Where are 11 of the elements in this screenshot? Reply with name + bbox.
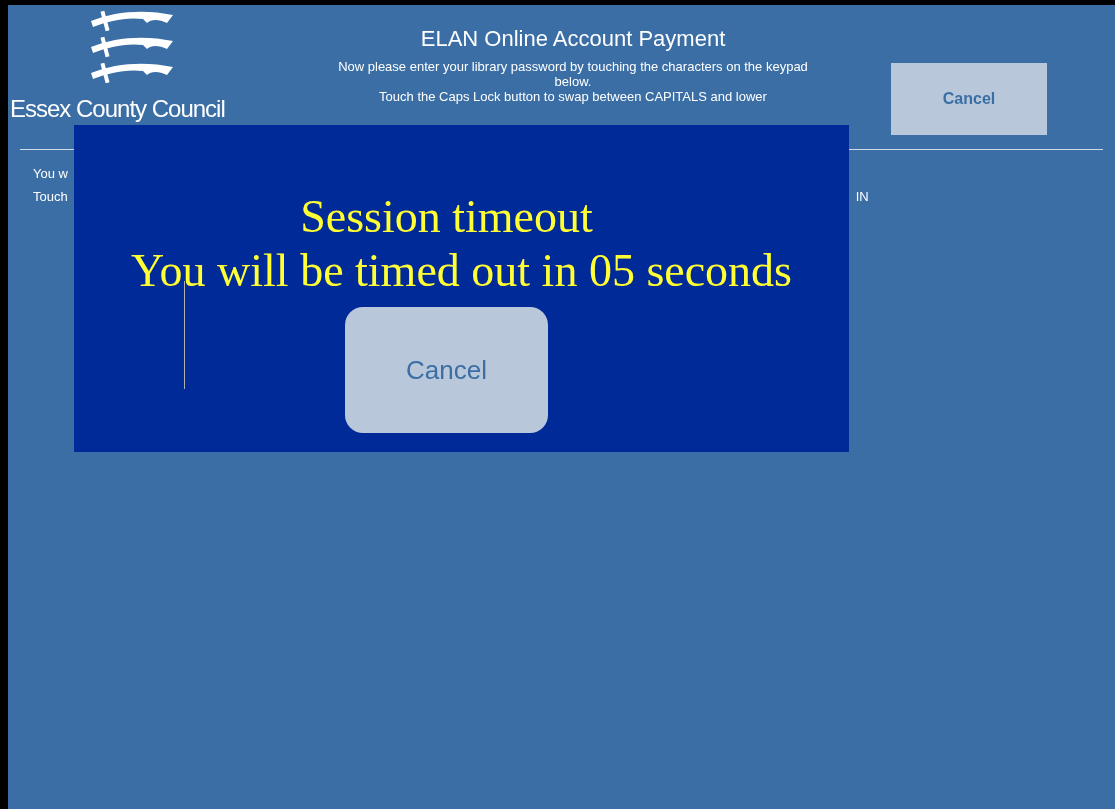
- dialog-message: You will be timed out in 05 seconds: [130, 244, 793, 298]
- body-text: IN: [855, 188, 869, 206]
- instruction-text: Now please enter your library password by touching the characters on the keypad below.: [337, 58, 809, 89]
- body-text: Touch: [33, 188, 68, 206]
- cancel-button[interactable]: Cancel: [345, 307, 548, 433]
- logo-text: Essex County Council: [9, 97, 225, 121]
- instruction-text: Touch the Caps Lock button to swap between CAPITALS and lower: [378, 88, 768, 104]
- cancel-button[interactable]: Cancel: [891, 63, 1047, 135]
- page-title: ELAN Online Account Payment: [420, 25, 726, 53]
- dialog-title: Session timeout: [300, 191, 593, 243]
- body-text: You w: [33, 165, 69, 183]
